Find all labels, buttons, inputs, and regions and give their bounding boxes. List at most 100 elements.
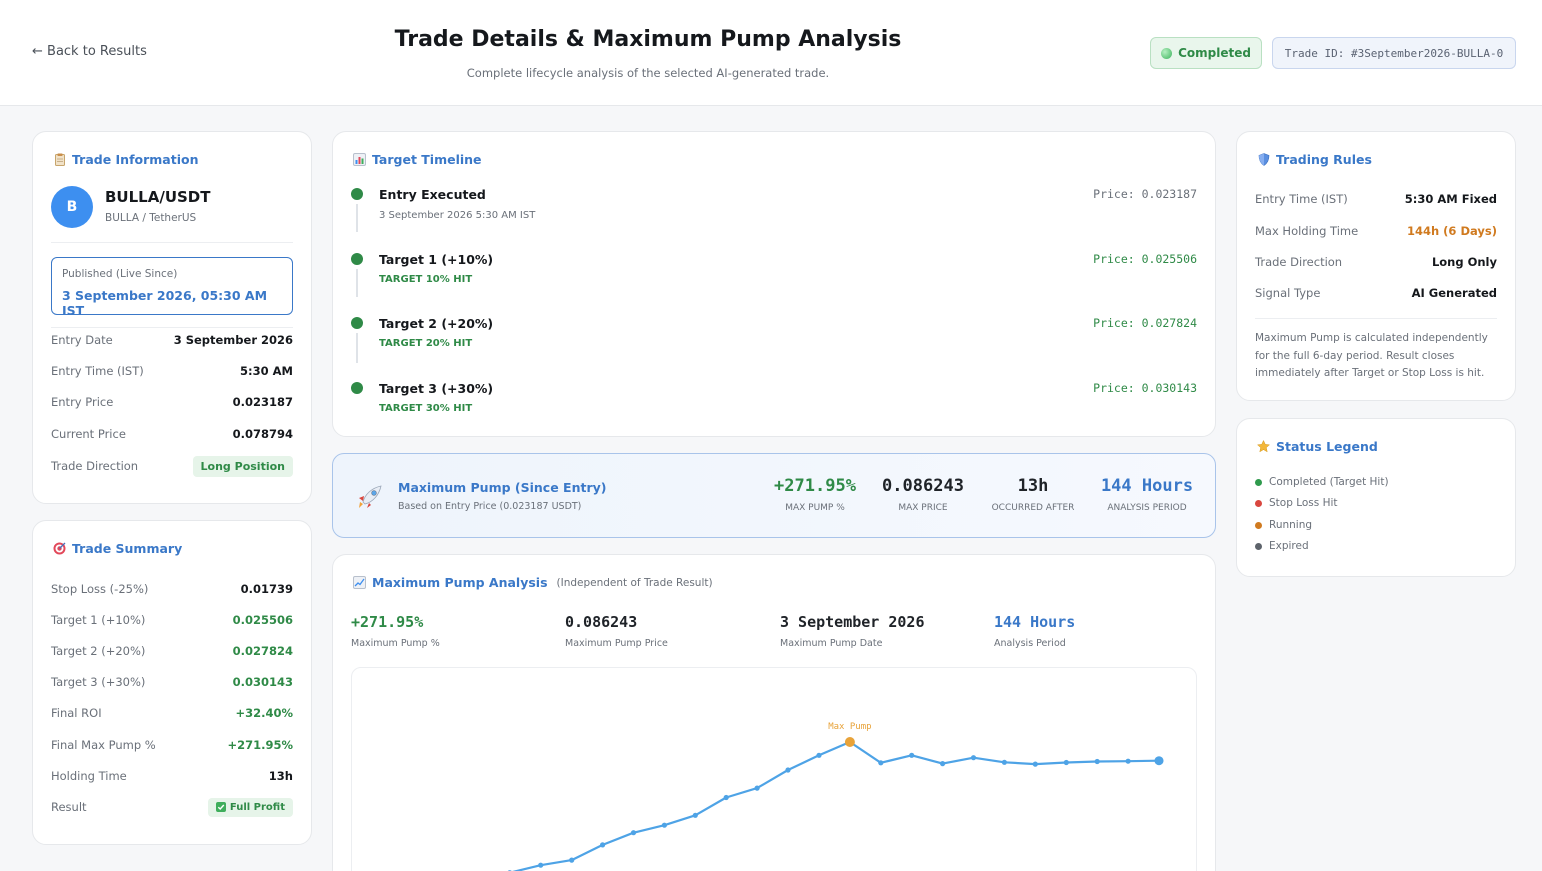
legend-dot — [1255, 521, 1262, 529]
target-1-row: Target 1 (+10%) 0.025506 — [51, 613, 293, 627]
timeline-dot — [351, 382, 363, 394]
price-point — [785, 767, 791, 773]
divider — [51, 242, 293, 243]
divider — [51, 327, 293, 328]
legend-dot — [1255, 478, 1262, 486]
trade-summary-card: Trade Summary Stop Loss (-25%) 0.01739 T… — [32, 520, 312, 845]
rule-trade-direction-row: Trade Direction Long Only — [1255, 255, 1497, 269]
max-pump-percent-stat: +271.95% MAX PUMP % — [774, 476, 856, 513]
max-price-stat: 0.086243 MAX PRICE — [882, 476, 964, 513]
timeline-item-target-1: Target 1 (+10%) TARGET 10% HIT Price: 0.… — [351, 251, 1197, 311]
price-point — [1094, 758, 1100, 765]
legend-dot — [1255, 542, 1262, 550]
analysis-period: 144 Hours Analysis Period — [994, 613, 1076, 649]
analysis-max-pump-date: 3 September 2026 Maximum Pump Date — [780, 613, 925, 649]
trend-chart-icon — [353, 576, 366, 589]
status-label: Completed — [1178, 46, 1251, 60]
trade-direction-row: Trade Direction Long Position — [51, 455, 293, 477]
maximum-pump-analysis-card: Maximum Pump Analysis (Independent of Tr… — [332, 554, 1216, 871]
price-point — [1125, 758, 1131, 764]
divider — [1255, 318, 1497, 319]
price-point — [600, 842, 606, 848]
result-row: Result Full Profit — [51, 797, 293, 817]
timeline-dot — [351, 317, 363, 329]
price-point — [940, 761, 946, 767]
target-timeline-title: Target Timeline — [353, 152, 482, 167]
price-point — [723, 794, 729, 801]
price-point — [1154, 756, 1164, 766]
rules-note: Maximum Pump is calculated independently… — [1255, 332, 1488, 379]
trading-rules-card: Trading Rules Entry Time (IST) 5:30 AM F… — [1236, 131, 1516, 401]
page-subtitle: Complete lifecycle analysis of the selec… — [466, 66, 830, 80]
price-series-line — [512, 740, 1160, 871]
price-point — [692, 812, 698, 818]
page-header: ← Back to Results Trade Details & Maximu… — [0, 0, 1542, 106]
legend-completed: Completed (Target Hit) — [1255, 476, 1389, 488]
status-badge: Completed — [1150, 37, 1262, 69]
legend-expired: Expired — [1255, 540, 1309, 552]
stop-loss-row: Stop Loss (-25%) 0.01739 — [51, 582, 293, 596]
back-to-results-link[interactable]: ← Back to Results — [32, 44, 147, 59]
long-position-badge: Long Position — [192, 455, 293, 477]
status-dot-icon — [1161, 47, 1173, 59]
max-pump-label: Max Pump — [828, 722, 871, 732]
price-point — [816, 752, 822, 758]
shield-icon — [1257, 153, 1270, 166]
avatar: B — [51, 186, 93, 228]
trade-information-title: Trade Information — [53, 152, 198, 167]
trade-id-badge: Trade ID: #3September2026-BULLA-0 — [1272, 37, 1516, 69]
star-icon — [1257, 440, 1270, 453]
target-3-row: Target 3 (+30%) 0.030143 — [51, 675, 293, 689]
timeline-item-target-2: Target 2 (+20%) TARGET 20% HIT Price: 0.… — [351, 315, 1197, 375]
maximum-pump-analysis-title: Maximum Pump Analysis (Independent of Tr… — [353, 575, 713, 590]
timeline-dot — [351, 253, 363, 265]
status-legend-card: Status Legend Completed (Target Hit) Sto… — [1236, 418, 1516, 577]
legend-stop-loss: Stop Loss Hit — [1255, 497, 1338, 509]
target-2-row: Target 2 (+20%) 0.027824 — [51, 644, 293, 658]
price-point — [970, 755, 977, 761]
price-chart: Max Pump — [351, 667, 1197, 871]
timeline-connector — [356, 269, 358, 297]
timeline-dot — [351, 188, 363, 200]
maximum-pump-title: Maximum Pump (Since Entry) — [398, 480, 607, 495]
entry-date-row: Entry Date 3 September 2026 — [51, 333, 293, 347]
legend-dot — [1255, 499, 1262, 507]
price-point — [630, 830, 637, 836]
final-max-pump-row: Final Max Pump % +271.95% — [51, 738, 293, 752]
legend-running: Running — [1255, 519, 1312, 531]
rule-entry-time-row: Entry Time (IST) 5:30 AM Fixed — [1255, 192, 1497, 206]
page-title: Trade Details & Maximum Pump Analysis — [394, 27, 902, 52]
published-value: 3 September 2026, 05:30 AM IST — [62, 288, 268, 318]
holding-time-row: Holding Time 13h — [51, 769, 293, 783]
check-icon — [215, 802, 226, 812]
trading-pair-subtitle: BULLA / TetherUS — [105, 212, 197, 224]
clipboard-icon — [53, 153, 66, 166]
full-profit-badge: Full Profit — [207, 797, 293, 817]
timeline-connector — [356, 333, 358, 363]
max-pump-point — [844, 737, 855, 747]
rule-signal-type-row: Signal Type AI Generated — [1255, 286, 1497, 300]
price-point — [878, 760, 884, 766]
rule-max-holding-row: Max Holding Time 144h (6 Days) — [1255, 224, 1497, 238]
timeline-connector — [356, 204, 358, 232]
current-price-row: Current Price 0.078794 — [51, 427, 293, 441]
analysis-max-pump-price: 0.086243 Maximum Pump Price — [565, 613, 668, 649]
price-point — [661, 822, 667, 828]
price-point — [538, 862, 544, 868]
entry-time-row: Entry Time (IST) 5:30 AM — [51, 364, 293, 378]
bar-chart-icon — [353, 153, 366, 166]
price-point — [569, 857, 575, 863]
analysis-period-stat: 144 Hours ANALYSIS PERIOD — [1100, 476, 1194, 513]
price-point — [909, 752, 915, 758]
maximum-pump-subtitle: Based on Entry Price (0.023187 USDT) — [398, 501, 582, 512]
published-box: Published (Live Since) 3 September 2026,… — [51, 257, 293, 318]
status-legend-title: Status Legend — [1257, 439, 1378, 454]
target-icon — [53, 542, 66, 555]
trade-summary-title: Trade Summary — [53, 541, 182, 556]
analysis-note: (Independent of Trade Result) — [556, 576, 713, 589]
price-point — [1063, 759, 1069, 766]
occurred-after-stat: 13h OCCURRED AFTER — [991, 476, 1075, 513]
timeline-item-entry: Entry Executed 3 September 2026 5:30 AM … — [351, 186, 1197, 246]
analysis-max-pump-percent: +271.95% Maximum Pump % — [351, 613, 440, 649]
maximum-pump-banner: Maximum Pump (Since Entry) Based on Entr… — [332, 453, 1216, 538]
